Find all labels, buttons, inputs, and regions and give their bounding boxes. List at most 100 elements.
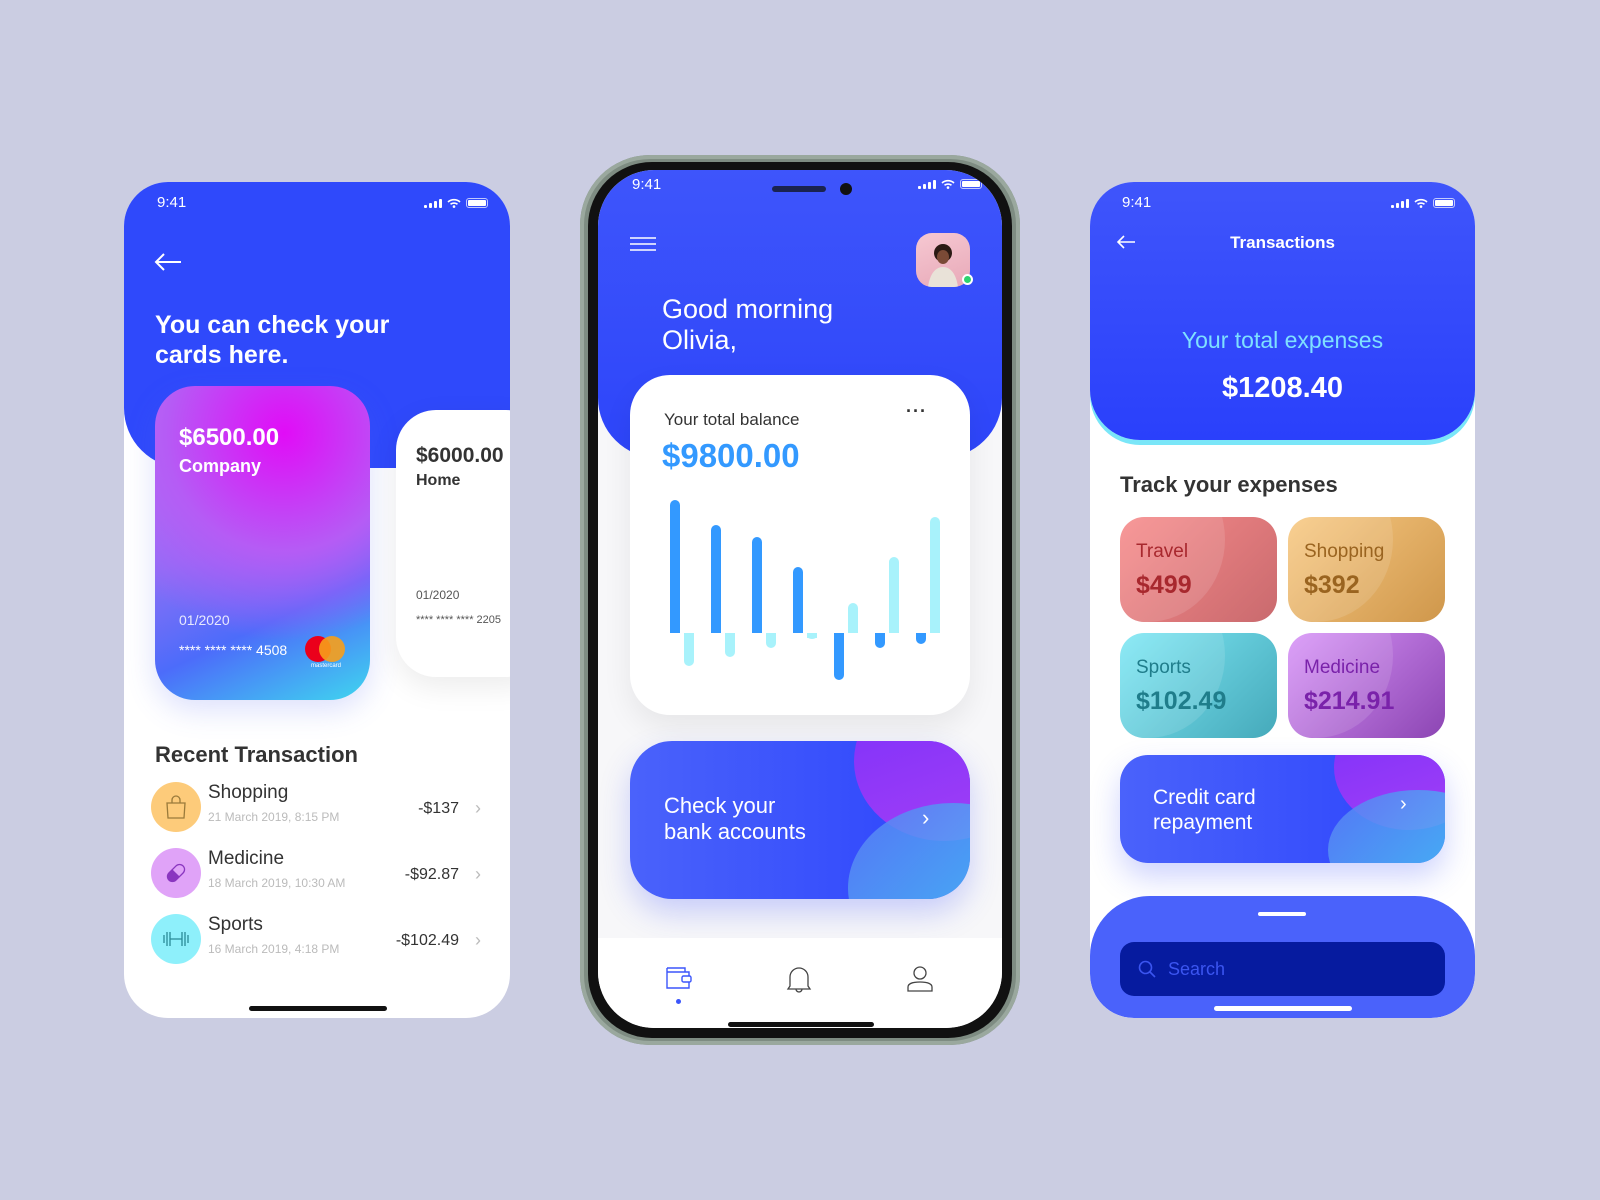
transactions-screen: 9:41 Transactions Your total expenses $1… bbox=[1090, 182, 1475, 1018]
chart-bar-base bbox=[793, 628, 803, 633]
status-icons bbox=[424, 198, 488, 208]
bottom-sheet: Search bbox=[1090, 896, 1475, 1018]
sheet-drag-handle[interactable] bbox=[1258, 912, 1306, 916]
signal-icon bbox=[918, 179, 936, 189]
chart-bar-base bbox=[916, 633, 926, 638]
cards-screen: 9:41 You can check your cards here. $650… bbox=[124, 182, 510, 1018]
home-indicator bbox=[1214, 1006, 1352, 1011]
expense-tile-shopping[interactable]: Shopping $392 bbox=[1288, 517, 1445, 622]
battery-icon bbox=[466, 198, 488, 208]
home-indicator bbox=[728, 1022, 874, 1027]
credit-card-repayment-button[interactable]: Credit card repayment › bbox=[1120, 755, 1445, 863]
status-time: 9:41 bbox=[632, 176, 662, 193]
chart-bar-base bbox=[889, 628, 899, 633]
home-indicator bbox=[249, 1006, 387, 1011]
chevron-right-icon: › bbox=[1400, 793, 1407, 815]
transaction-date: 21 March 2019, 8:15 PM bbox=[208, 810, 340, 824]
tile-value: $214.91 bbox=[1304, 687, 1395, 715]
signal-icon bbox=[424, 198, 442, 208]
transaction-name: Medicine bbox=[208, 848, 285, 869]
page-title: Transactions bbox=[1230, 233, 1335, 252]
transaction-row[interactable]: Medicine 18 March 2019, 10:30 AM -$92.87… bbox=[151, 846, 481, 900]
chart-bar-base bbox=[752, 628, 762, 633]
expense-tile-medicine[interactable]: Medicine $214.91 bbox=[1288, 633, 1445, 738]
expense-tile-sports[interactable]: Sports $102.49 bbox=[1120, 633, 1277, 738]
card-number: **** **** **** 2205 bbox=[416, 614, 502, 626]
search-placeholder: Search bbox=[1168, 958, 1226, 979]
tile-value: $499 bbox=[1136, 571, 1192, 599]
bottom-nav bbox=[598, 938, 1002, 1028]
chart-bar-1-1 bbox=[670, 500, 680, 633]
home-screen: 9:41 Good morning Olivia, Your total bal… bbox=[598, 170, 1002, 1028]
check-bank-accounts-button[interactable]: Check your bank accounts › bbox=[630, 741, 970, 899]
transaction-row[interactable]: Shopping 21 March 2019, 8:15 PM -$137 › bbox=[151, 780, 481, 834]
promo-text: Check your bank accounts bbox=[664, 793, 806, 844]
status-icons bbox=[918, 179, 982, 189]
back-arrow-icon[interactable] bbox=[154, 252, 182, 272]
search-icon bbox=[1138, 960, 1156, 978]
status-time: 9:41 bbox=[157, 194, 187, 211]
greeting-line1: Good morning bbox=[662, 294, 834, 324]
chevron-right-icon: › bbox=[475, 930, 481, 950]
camera bbox=[840, 183, 852, 195]
signal-icon bbox=[1391, 198, 1409, 208]
chart-bar-1-2 bbox=[711, 525, 721, 633]
card-amount: $6000.00 bbox=[416, 444, 504, 467]
status-time: 9:41 bbox=[1122, 194, 1152, 211]
tile-label: Travel bbox=[1136, 541, 1189, 562]
transaction-name: Shopping bbox=[208, 782, 289, 803]
card-name: Home bbox=[416, 472, 461, 489]
chart-bar-base bbox=[930, 628, 940, 633]
speaker bbox=[772, 186, 826, 192]
card-expiry: 01/2020 bbox=[416, 588, 460, 602]
online-status-dot bbox=[962, 274, 973, 285]
chart-bar-base bbox=[766, 633, 776, 638]
balance-card: Your total balance ··· $9800.00 bbox=[630, 375, 970, 715]
nav-wallet-icon[interactable] bbox=[664, 964, 692, 992]
greeting-name: Olivia, bbox=[662, 325, 738, 355]
chart-bar-base bbox=[670, 628, 680, 633]
tile-value: $392 bbox=[1304, 571, 1360, 599]
hamburger-menu-icon[interactable] bbox=[630, 237, 656, 251]
recent-transaction-title: Recent Transaction bbox=[155, 742, 358, 767]
nav-user-icon[interactable] bbox=[906, 964, 934, 992]
track-expenses-title: Track your expenses bbox=[1120, 472, 1338, 497]
tile-value: $102.49 bbox=[1136, 687, 1227, 715]
chart-bar-1-4 bbox=[793, 567, 803, 633]
expenses-label: Your total expenses bbox=[1181, 327, 1384, 353]
transaction-amount: -$102.49 bbox=[395, 932, 459, 949]
shopping-bag-icon bbox=[151, 782, 201, 832]
chart-bar-base bbox=[848, 628, 858, 633]
active-indicator-dot bbox=[676, 999, 681, 1004]
card-company[interactable]: $6500.00 Company 01/2020 **** **** **** … bbox=[155, 386, 370, 700]
status-icons bbox=[1391, 198, 1455, 208]
chart-bar-base bbox=[684, 633, 694, 638]
chart-bar-1-5 bbox=[834, 633, 844, 680]
page-heading: You can check your cards here. bbox=[155, 311, 390, 369]
search-input[interactable]: Search bbox=[1120, 942, 1445, 996]
card-home[interactable]: $6000.00 Home 01/2020 **** **** **** 220… bbox=[396, 410, 510, 677]
chart-bar-base bbox=[834, 633, 844, 638]
mastercard-logo: mastercard bbox=[305, 636, 347, 672]
chevron-right-icon: › bbox=[475, 798, 481, 818]
balance-bar-chart bbox=[670, 500, 940, 680]
tile-label: Medicine bbox=[1304, 657, 1381, 678]
chart-bar-2-6 bbox=[889, 557, 899, 633]
wifi-icon bbox=[941, 179, 955, 189]
nav-bell-icon[interactable] bbox=[786, 964, 812, 994]
transaction-name: Sports bbox=[208, 914, 263, 935]
chevron-right-icon: › bbox=[475, 864, 481, 884]
transaction-amount: -$92.87 bbox=[404, 866, 459, 883]
avatar[interactable] bbox=[916, 233, 973, 287]
chart-bar-base bbox=[807, 633, 817, 638]
dumbbell-icon bbox=[151, 914, 201, 964]
card-amount: $6500.00 bbox=[179, 424, 280, 451]
battery-icon bbox=[960, 179, 982, 189]
expense-tile-travel[interactable]: Travel $499 bbox=[1120, 517, 1277, 622]
promo-text: Credit card repayment bbox=[1153, 786, 1256, 834]
greeting: Good morning Olivia, bbox=[662, 294, 833, 356]
card-name: Company bbox=[179, 456, 262, 476]
tile-label: Sports bbox=[1136, 657, 1191, 678]
transaction-row[interactable]: Sports 16 March 2019, 4:18 PM -$102.49 › bbox=[151, 912, 481, 966]
wifi-icon bbox=[1414, 198, 1428, 208]
